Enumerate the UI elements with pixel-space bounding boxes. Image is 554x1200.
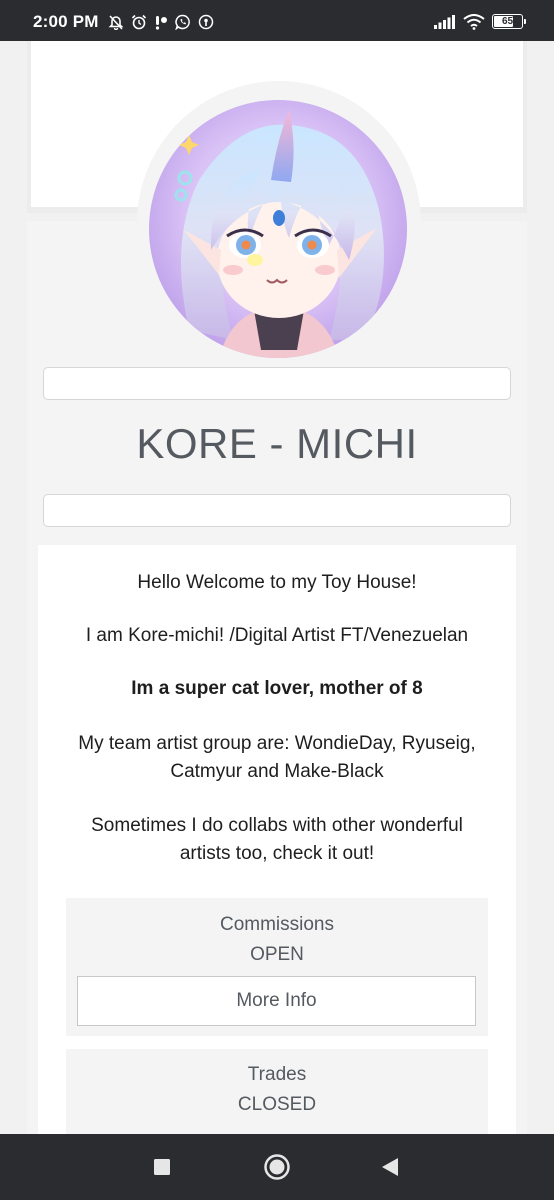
signal-icon xyxy=(434,14,456,29)
commissions-box: Commissions OPEN More Info xyxy=(66,898,488,1036)
nav-bar xyxy=(0,1134,554,1200)
bio-line-team-1: My team artist group are: WondieDay, Ryu… xyxy=(78,733,476,754)
recent-apps-icon xyxy=(154,1159,170,1175)
notification-icon xyxy=(154,14,168,30)
commissions-state: OPEN xyxy=(250,944,304,965)
avatar-icon xyxy=(149,100,407,358)
bio-line-team-2: Catmyur and Make-Black xyxy=(170,761,384,782)
profile-name: KORE - MICHI xyxy=(136,420,418,467)
back-button[interactable] xyxy=(350,1134,430,1200)
home-icon xyxy=(264,1154,290,1180)
avatar[interactable] xyxy=(149,100,407,358)
bio-card: Hello Welcome to my Toy House! I am Kore… xyxy=(38,545,516,1134)
status-icons-left xyxy=(108,13,214,30)
name-banner-bottom xyxy=(43,494,511,527)
commissions-more-info-button[interactable]: More Info xyxy=(77,976,476,1026)
wifi-icon xyxy=(463,13,485,30)
name-banner-top xyxy=(43,367,511,400)
vpn-icon xyxy=(198,14,214,30)
bio-line-welcome: Hello Welcome to my Toy House! xyxy=(137,572,417,593)
trades-title: Trades xyxy=(247,1064,307,1085)
mute-icon xyxy=(108,14,124,30)
bio-line-intro: I am Kore-michi! /Digital Artist FT/Vene… xyxy=(85,625,469,646)
battery-level: 65 xyxy=(501,15,514,27)
trades-box: Trades CLOSED xyxy=(66,1049,488,1134)
alarm-icon xyxy=(131,14,147,30)
bio-line-collabs-1: Sometimes I do collabs with other wonder… xyxy=(91,815,463,836)
status-time: 2:00 PM xyxy=(33,12,99,31)
battery-icon: 65 xyxy=(492,14,526,29)
whatsapp-icon xyxy=(175,14,191,30)
trades-state: CLOSED xyxy=(237,1094,317,1115)
commissions-title: Commissions xyxy=(219,914,335,935)
recent-apps-button[interactable] xyxy=(122,1134,202,1200)
status-bar: 2:00 PM 65 xyxy=(0,0,554,41)
bio-line-collabs-2: artists too, check it out! xyxy=(179,843,375,864)
back-icon xyxy=(382,1158,398,1176)
home-button[interactable] xyxy=(237,1134,317,1200)
status-icons-right: 65 xyxy=(434,13,526,30)
bio-line-cat-lover: Im a super cat lover, mother of 8 xyxy=(131,678,423,699)
